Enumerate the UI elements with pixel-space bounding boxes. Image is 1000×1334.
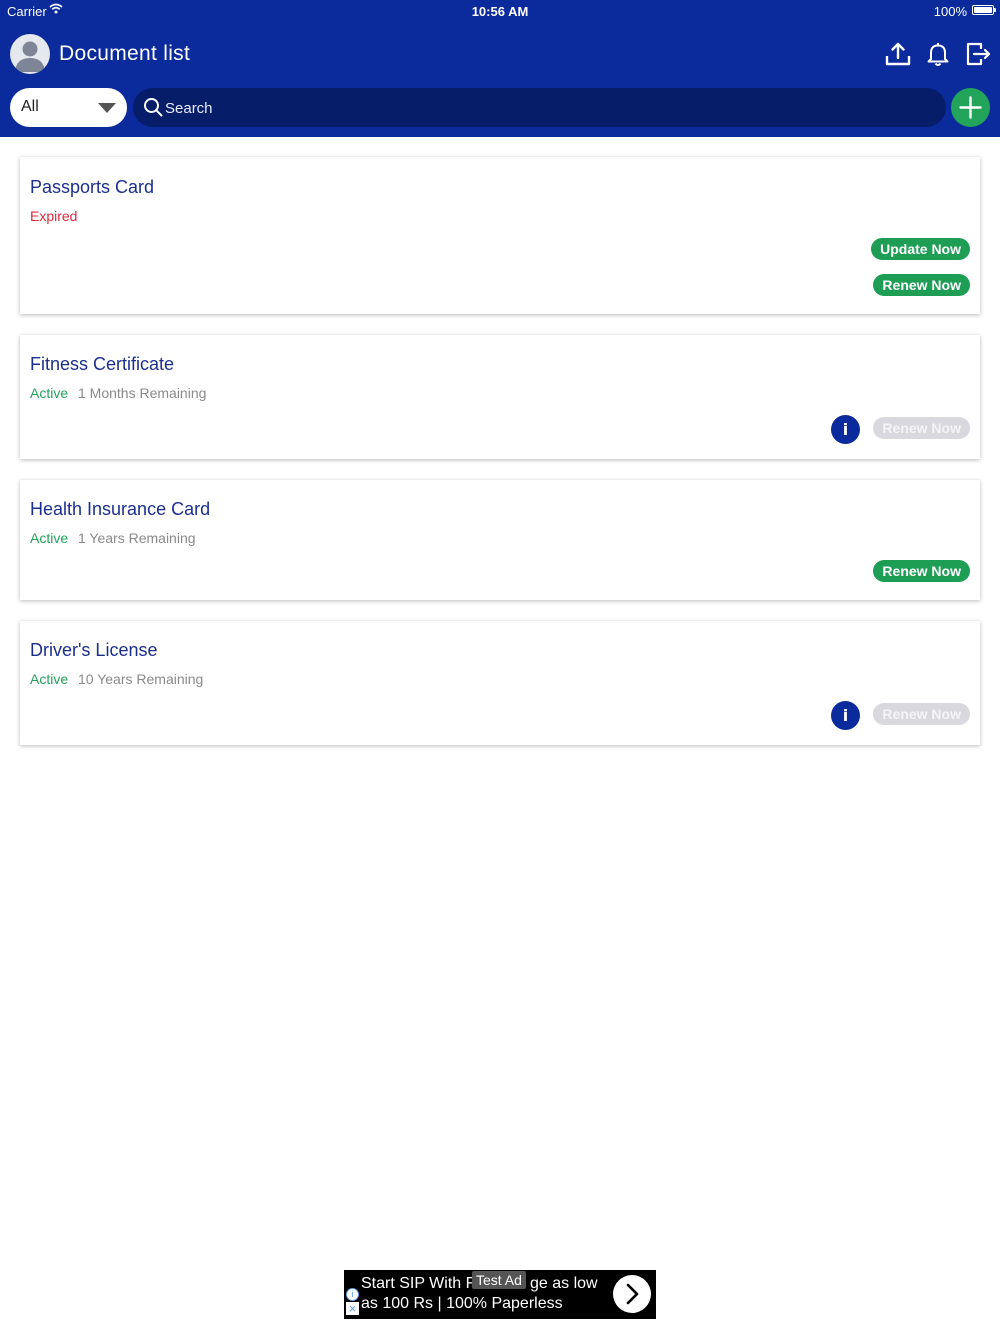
bell-icon[interactable] xyxy=(924,40,952,68)
filter-dropdown[interactable]: All xyxy=(10,88,127,127)
document-remaining: 1 Years Remaining xyxy=(78,530,196,546)
document-status: Active xyxy=(30,530,69,546)
app-header: Carrier 10:56 AM 100% Document list All xyxy=(0,0,1000,137)
document-remaining: 10 Years Remaining xyxy=(78,671,204,687)
battery-percent: 100% xyxy=(933,4,967,19)
chevron-down-icon xyxy=(98,103,116,113)
document-card[interactable]: Passports Card Expired Update Now Renew … xyxy=(20,157,980,314)
document-card[interactable]: Fitness Certificate Active 1 Months Rema… xyxy=(20,335,980,459)
ad-banner[interactable]: Start SIP With F ge as low Test Ad as 10… xyxy=(344,1270,656,1319)
document-status: Active xyxy=(30,385,69,401)
document-title[interactable]: Fitness Certificate xyxy=(30,354,174,375)
page-title: Document list xyxy=(59,42,191,65)
document-remaining: 1 Months Remaining xyxy=(78,385,207,401)
renew-now-button[interactable]: Renew Now xyxy=(873,560,970,582)
status-bar: Carrier 10:56 AM 100% xyxy=(0,0,1000,22)
ad-open-button[interactable] xyxy=(613,1275,651,1313)
user-icon xyxy=(15,41,45,72)
document-status: Active xyxy=(30,671,69,687)
info-button[interactable]: i xyxy=(831,415,860,444)
logout-icon[interactable] xyxy=(964,40,992,68)
ad-close-icon[interactable]: × xyxy=(346,1302,359,1315)
battery-icon xyxy=(972,5,996,15)
add-document-button[interactable] xyxy=(951,88,990,127)
search-icon xyxy=(144,98,163,117)
document-title[interactable]: Passports Card xyxy=(30,177,154,198)
document-card[interactable]: Health Insurance Card Active 1 Years Rem… xyxy=(20,480,980,600)
search-bar[interactable] xyxy=(133,88,946,129)
document-card[interactable]: Driver's License Active 10 Years Remaini… xyxy=(20,621,980,745)
ad-info-icon[interactable]: i xyxy=(346,1288,359,1301)
filter-selected-value: All xyxy=(21,98,39,115)
clock-label: 10:56 AM xyxy=(471,4,529,19)
test-ad-badge: Test Ad xyxy=(472,1271,526,1289)
update-now-button[interactable]: Update Now xyxy=(871,238,970,260)
avatar[interactable] xyxy=(10,34,50,74)
renew-now-button: Renew Now xyxy=(873,703,970,725)
upload-icon[interactable] xyxy=(884,40,912,68)
search-input[interactable] xyxy=(163,88,927,129)
document-status: Expired xyxy=(30,208,78,224)
ad-text-line1-end: ge as low xyxy=(530,1275,598,1292)
ad-text-line2: as 100 Rs | 100% Paperless xyxy=(361,1295,563,1312)
renew-now-button: Renew Now xyxy=(873,417,970,439)
chevron-right-icon xyxy=(626,1283,639,1305)
plus-icon xyxy=(959,96,982,119)
ad-text-line1-start: Start SIP With F xyxy=(361,1275,476,1292)
renew-now-button[interactable]: Renew Now xyxy=(873,274,970,296)
info-button[interactable]: i xyxy=(831,701,860,730)
document-title[interactable]: Driver's License xyxy=(30,640,157,661)
document-title[interactable]: Health Insurance Card xyxy=(30,499,210,520)
